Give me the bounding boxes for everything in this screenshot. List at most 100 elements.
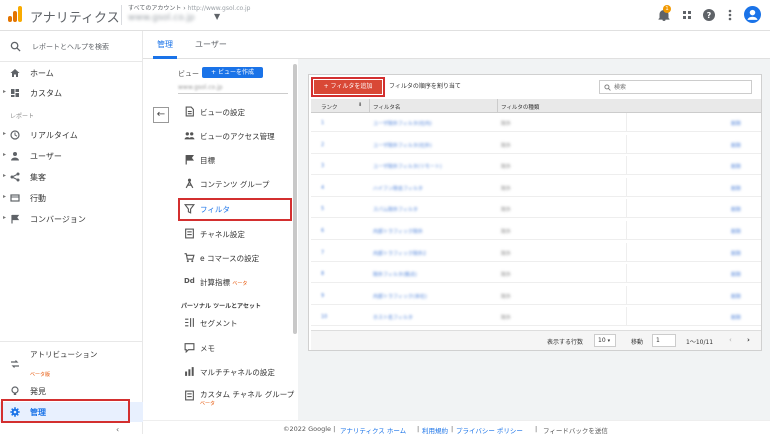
avatar-icon[interactable] xyxy=(744,6,761,23)
analytics-logo[interactable] xyxy=(8,6,22,22)
row-delete-link[interactable]: 削除 xyxy=(731,163,741,170)
chevron-down-icon: ▾ xyxy=(607,338,611,344)
column-header-rank[interactable]: ランク xyxy=(321,103,338,111)
menu-item-goals[interactable]: 目標 xyxy=(178,149,290,171)
row-filter-type: 除外 xyxy=(501,121,512,127)
view-selector[interactable]: www.gsol.co.jp xyxy=(178,84,223,91)
collapse-sidebar-icon[interactable]: ‹ xyxy=(116,425,119,434)
row-delete-link[interactable]: 削除 xyxy=(731,271,741,278)
sidebar-item-acquisition[interactable]: ▸ 集客 xyxy=(0,167,143,187)
footer-link-privacy[interactable]: プライバシー ポリシー xyxy=(456,425,523,434)
row-filter-name-link[interactable]: ユーザ除外フィルタ(リモート) xyxy=(373,163,442,170)
multichannel-icon xyxy=(185,367,194,376)
sidebar-item-discover[interactable]: 発見 xyxy=(0,381,143,401)
expand-arrow-icon[interactable]: ▸ xyxy=(3,214,6,221)
menu-item-label: e コマースの設定 xyxy=(200,254,260,263)
menu-item-content-grouping[interactable]: コンテンツ グループ xyxy=(178,173,290,195)
property-selector[interactable]: www.gsol.co.jp xyxy=(128,13,195,23)
sidebar-item-conversions[interactable]: ▸ コンバージョン xyxy=(0,209,143,229)
tab-admin[interactable]: 管理 xyxy=(157,39,173,50)
expand-arrow-icon[interactable]: ▸ xyxy=(3,88,6,95)
apps-grid-icon[interactable] xyxy=(679,7,695,23)
row-filter-name-link[interactable]: スパム除外フィルタ xyxy=(373,206,418,213)
sidebar-item-label: 集客 xyxy=(30,173,46,182)
row-delete-link[interactable]: 削除 xyxy=(731,142,741,149)
filter-search-input[interactable] xyxy=(614,82,748,92)
table-header: ランク ⬇ フィルタ名 フィルタの種類 xyxy=(311,99,761,113)
table-row: 10 ホスト名フィルタ 除外 削除 xyxy=(311,307,761,327)
highlight-box xyxy=(178,198,292,221)
sidebar-item-custom[interactable]: ▸ カスタム xyxy=(0,83,143,103)
sidebar-item-attribution[interactable]: アトリビューション ベータ版 xyxy=(0,348,143,378)
calc-icon: Dd xyxy=(184,277,195,285)
footer-separator: | xyxy=(417,425,420,433)
divider xyxy=(178,93,288,94)
sidebar-item-realtime[interactable]: ▸ リアルタイム xyxy=(0,125,143,145)
jump-to-input[interactable]: 1 xyxy=(652,334,676,347)
expand-arrow-icon[interactable]: ▸ xyxy=(3,151,6,158)
table-row: 1 ユーザ除外フィルタ(社内) 除外 削除 xyxy=(311,113,761,132)
menu-item-channel-settings[interactable]: チャネル設定 xyxy=(178,223,290,245)
people-icon xyxy=(184,132,195,140)
row-filter-name-link[interactable]: ユーザ除外フィルタ(社外) xyxy=(373,142,432,149)
row-rank: 6 xyxy=(321,228,325,234)
column-header-filter-name[interactable]: フィルタ名 xyxy=(373,103,400,111)
rows-per-page-label: 表示する行数 xyxy=(547,339,584,346)
sidebar-item-behavior[interactable]: ▸ 行動 xyxy=(0,188,143,208)
expand-arrow-icon[interactable]: ▸ xyxy=(3,172,6,179)
row-filter-type: 除外 xyxy=(501,315,512,322)
menu-item-ecommerce[interactable]: e コマースの設定 xyxy=(178,247,290,269)
row-delete-link[interactable]: 削除 xyxy=(731,228,741,235)
row-delete-link[interactable]: 削除 xyxy=(731,293,741,300)
help-icon[interactable]: ? xyxy=(701,7,717,23)
row-filter-name-link[interactable]: 除外フィルタ(拠点) xyxy=(373,271,417,278)
menu-item-view-access[interactable]: ビューのアクセス管理 xyxy=(178,125,290,147)
row-delete-link[interactable]: 削除 xyxy=(731,120,741,127)
sidebar-item-home[interactable]: ホーム xyxy=(0,63,143,83)
menu-item-label: 計算指標 ベータ xyxy=(200,278,248,287)
footer-link-analytics-home[interactable]: アナリティクス ホーム xyxy=(340,425,406,434)
tab-users[interactable]: ユーザー xyxy=(195,39,227,50)
row-delete-link[interactable]: 削除 xyxy=(731,185,741,192)
column-divider xyxy=(626,242,627,262)
expand-arrow-icon[interactable]: ▸ xyxy=(3,130,6,137)
column-header-filter-type[interactable]: フィルタの種類 xyxy=(501,103,539,111)
expand-arrow-icon[interactable]: ▸ xyxy=(3,193,6,200)
rows-per-page-select[interactable]: 10 ▾ xyxy=(594,334,616,347)
row-filter-name-link[interactable]: ホスト名フィルタ xyxy=(373,314,413,321)
row-filter-name-link[interactable]: ハイフン除去フィルタ xyxy=(373,185,423,192)
dropdown-caret-icon[interactable]: ▼ xyxy=(214,12,220,21)
sidebar-item-users[interactable]: ▸ ユーザー xyxy=(0,146,143,166)
back-arrow-icon[interactable]: ← xyxy=(153,107,169,123)
row-filter-name-link[interactable]: 内部トラフィック除外2 xyxy=(373,250,426,257)
menu-item-calculated-metrics[interactable]: Dd 計算指標 ベータ xyxy=(178,271,290,293)
menu-item-segments[interactable]: セグメント xyxy=(178,312,290,334)
menu-item-view-settings[interactable]: ビューの設定 xyxy=(178,101,290,123)
sidebar-item-label: ホーム xyxy=(30,69,54,78)
menu-item-annotations[interactable]: メモ xyxy=(178,337,290,359)
assign-filter-order-button[interactable]: フィルタの順序を割り当て xyxy=(389,81,461,90)
person-icon xyxy=(11,152,19,161)
menu-item-multichannel[interactable]: マルチチャネルの設定 xyxy=(178,361,290,383)
row-filter-name-link[interactable]: ユーザ除外フィルタ(社内) xyxy=(373,120,432,127)
row-delete-link[interactable]: 削除 xyxy=(731,206,741,213)
row-delete-link[interactable]: 削除 xyxy=(731,250,741,257)
create-view-button[interactable]: + ビューを作成 xyxy=(202,67,263,78)
footer-link-terms[interactable]: 利用規約 xyxy=(422,425,448,434)
sort-arrow-icon[interactable]: ⬇ xyxy=(358,102,362,108)
next-page-icon[interactable]: › xyxy=(747,336,750,344)
prev-page-icon[interactable]: ‹ xyxy=(729,336,732,344)
scrollbar[interactable] xyxy=(293,64,297,334)
sidebar-search[interactable]: レポートとヘルプを検索 xyxy=(0,37,143,59)
row-filter-name-link[interactable]: 内部トラフィック(本社) xyxy=(373,293,427,300)
svg-text:?: ? xyxy=(707,11,712,20)
memo-icon xyxy=(184,343,195,353)
column-divider xyxy=(626,285,627,305)
row-delete-link[interactable]: 削除 xyxy=(731,314,741,321)
admin-tabs: 管理 ユーザー xyxy=(143,31,770,59)
row-filter-name-link[interactable]: 内部トラフィック除外 xyxy=(373,228,423,235)
more-vert-icon[interactable] xyxy=(722,7,738,23)
account-selector-line[interactable]: すべてのアカウント › http://www.gsol.co.jp xyxy=(128,3,250,12)
feedback-link[interactable]: フィードバックを送信 xyxy=(543,425,608,434)
menu-item-custom-channel-grouping[interactable]: カスタム チャネル グループ ベータ xyxy=(178,385,294,413)
